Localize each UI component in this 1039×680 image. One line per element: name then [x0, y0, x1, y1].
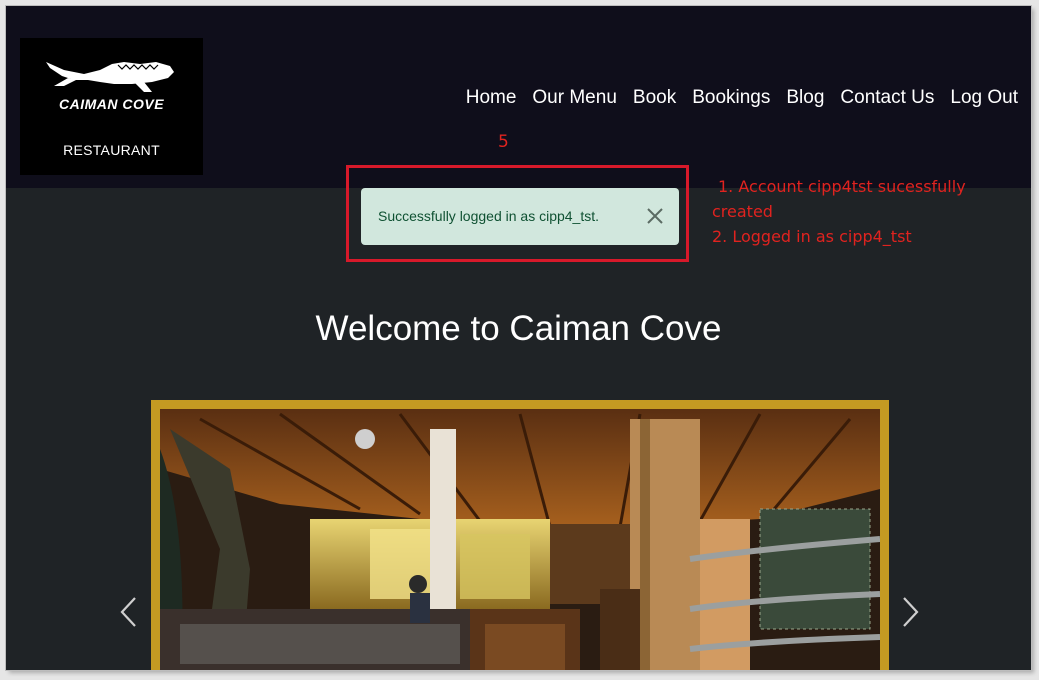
- main-nav: Home Our Menu Book Bookings Blog Contact…: [466, 87, 1018, 109]
- annotation-note-line: 1. Account cipp4tst sucessfully: [718, 177, 966, 196]
- nav-home-link[interactable]: Home: [466, 87, 517, 109]
- chevron-left-icon[interactable]: [117, 594, 139, 630]
- browser-viewport: CAIMAN COVE RESTAURANT Home Our Menu Boo…: [6, 6, 1031, 670]
- annotation-highlight-box: [346, 165, 689, 262]
- nav-contact-us-link[interactable]: Contact Us: [840, 87, 934, 109]
- nav-blog-link[interactable]: Blog: [786, 87, 824, 109]
- crocodile-logo-icon: [46, 62, 174, 92]
- nav-our-menu-link[interactable]: Our Menu: [532, 87, 616, 109]
- annotation-notes: 1. Account cipp4tst sucessfully created …: [712, 174, 1012, 249]
- image-carousel: [151, 400, 889, 670]
- chevron-right-icon[interactable]: [900, 594, 922, 630]
- nav-bookings-link[interactable]: Bookings: [692, 87, 770, 109]
- brand-name: CAIMAN COVE: [58, 96, 165, 112]
- carousel-restaurant-image: [160, 409, 880, 670]
- brand-logo[interactable]: CAIMAN COVE RESTAURANT: [20, 38, 203, 175]
- annotation-note-line: 2. Logged in as cipp4_tst: [712, 227, 912, 246]
- annotation-step-number: 5: [498, 132, 509, 152]
- brand-tagline: RESTAURANT: [63, 142, 160, 158]
- page-title: Welcome to Caiman Cove: [315, 309, 722, 348]
- annotation-note-line: created: [712, 202, 773, 221]
- nav-log-out-link[interactable]: Log Out: [950, 87, 1018, 109]
- nav-book-link[interactable]: Book: [633, 87, 676, 109]
- navbar: CAIMAN COVE RESTAURANT Home Our Menu Boo…: [6, 6, 1031, 188]
